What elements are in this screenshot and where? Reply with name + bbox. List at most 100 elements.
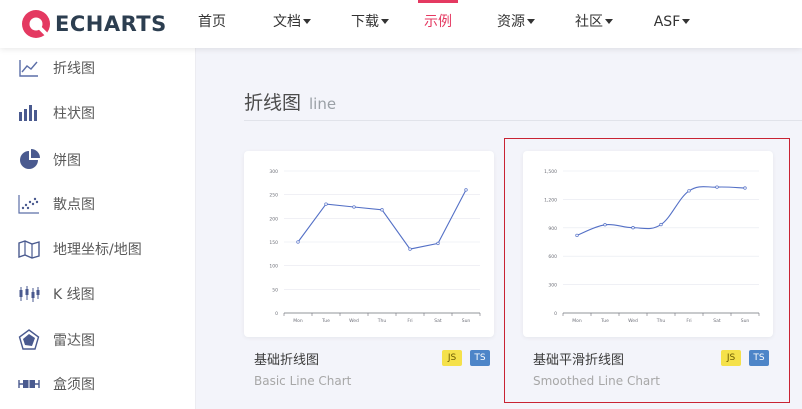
sidebar-item-map[interactable]: 地理坐标/地图 — [0, 229, 195, 269]
x-tick-label: Sat — [434, 318, 442, 324]
sidebar-item-candlestick[interactable]: K 线图 — [0, 274, 195, 314]
data-point — [575, 233, 579, 238]
caret-down-icon — [682, 19, 691, 24]
sidebar-item-label: K 线图 — [53, 287, 95, 303]
section-title: 折线图 line — [244, 88, 336, 115]
echarts-logo[interactable]: ECHARTS — [20, 8, 167, 40]
y-tick-label: 1,200 — [544, 197, 557, 203]
y-tick-label: 1,500 — [544, 169, 557, 175]
card-subtitle: Smoothed Line Chart — [533, 374, 660, 388]
sidebar-item-label: 盒须图 — [53, 377, 95, 393]
sidebar-item-label: 地理坐标/地图 — [53, 242, 142, 258]
main-content: 折线图 line 0 50 100 150 200 250 300 Mon Tue Wed Thu Fr… — [196, 48, 802, 409]
y-tick-label: 50 — [272, 287, 278, 293]
data-point — [631, 226, 635, 230]
data-point — [687, 189, 691, 193]
y-tick-label: 900 — [548, 226, 557, 232]
logo-text: ECHARTS — [55, 12, 167, 36]
sidebar-item-pie[interactable]: 饼图 — [0, 140, 195, 180]
section-divider — [244, 120, 802, 121]
data-point — [380, 208, 384, 212]
y-tick-label: 300 — [269, 169, 278, 175]
nav-item-4[interactable]: 资源 — [486, 0, 546, 48]
x-tick-label: Thu — [656, 318, 666, 324]
data-point — [352, 205, 356, 209]
nav-item-label: 示例 — [424, 14, 452, 30]
sidebar-item-label: 雷达图 — [53, 333, 95, 349]
y-tick-label: 300 — [548, 283, 557, 289]
caret-down-icon — [605, 19, 613, 24]
echarts-logo-icon — [22, 10, 50, 38]
data-point — [464, 188, 468, 192]
nav-item-0[interactable]: 首页 — [186, 0, 238, 48]
section-title-zh: 折线图 — [244, 92, 302, 114]
sidebar-item-radar[interactable]: 雷达图 — [0, 320, 195, 360]
sidebar: 折线图 柱状图 饼图 散点图 地理坐标/地图 K 线图 雷达图 盒须图 — [0, 48, 196, 409]
sidebar-item-label: 散点图 — [53, 197, 95, 213]
sidebar-item-label: 折线图 — [53, 61, 95, 77]
nav-item-label: 资源 — [497, 14, 525, 30]
card-subtitle: Basic Line Chart — [254, 374, 352, 388]
data-point — [715, 185, 719, 189]
x-tick-label: Sat — [713, 318, 721, 324]
caret-down-icon — [527, 19, 535, 24]
data-point — [743, 186, 747, 190]
nav-item-label: 首页 — [198, 14, 226, 30]
scatter-chart-icon — [18, 195, 39, 214]
data-point — [436, 241, 440, 246]
data-point — [408, 247, 412, 251]
x-tick-label: Fri — [686, 318, 691, 324]
caret-down-icon — [303, 19, 311, 24]
caret-down-icon — [381, 19, 389, 24]
nav-item-label: 文档 — [273, 14, 301, 30]
nav-item-6[interactable]: ASF — [642, 0, 702, 48]
data-point — [296, 240, 300, 244]
y-tick-label: 0 — [554, 311, 557, 317]
nav-item-5[interactable]: 社区 — [564, 0, 624, 48]
candlestick-icon — [19, 286, 40, 302]
basic-line-chart: 0 50 100 150 200 250 300 Mon Tue Wed Thu Fri Sat Sun — [269, 169, 481, 324]
y-tick-label: 250 — [269, 193, 278, 199]
sidebar-item-label: 饼图 — [53, 153, 81, 169]
nav-item-label: 社区 — [575, 14, 603, 30]
js-badge[interactable]: JS — [721, 350, 741, 366]
sidebar-item-bar[interactable]: 柱状图 — [0, 93, 195, 133]
x-tick-label: Fri — [407, 318, 412, 324]
sidebar-item-line[interactable]: 折线图 — [0, 48, 195, 88]
card-title[interactable]: 基础折线图 — [254, 349, 319, 368]
data-point — [324, 202, 328, 206]
x-tick-label: Tue — [600, 318, 609, 324]
boxplot-icon — [18, 380, 40, 388]
y-tick-label: 0 — [275, 311, 278, 317]
x-tick-label: Tue — [321, 318, 330, 324]
section-title-en: line — [309, 95, 337, 113]
js-badge[interactable]: JS — [442, 350, 462, 366]
smoothed-line-chart: 0 300 600 900 1,200 1,500 Mon Tue Wed Thu Fri Sat Su… — [544, 169, 760, 324]
x-tick-label: Mon — [293, 318, 303, 324]
nav-item-1[interactable]: 文档 — [262, 0, 322, 48]
x-tick-label: Mon — [572, 318, 582, 324]
sidebar-item-boxplot[interactable]: 盒须图 — [0, 364, 195, 404]
ts-badge[interactable]: TS — [470, 350, 490, 366]
bar-chart-icon — [19, 105, 37, 121]
x-tick-label: Wed — [349, 318, 359, 324]
nav-item-3[interactable]: 示例 — [418, 0, 458, 48]
nav-item-label: ASF — [653, 14, 681, 30]
pie-chart-icon — [20, 149, 40, 169]
chart-thumbnail[interactable]: 0 300 600 900 1,200 1,500 Mon Tue Wed Thu Fri Sat Su… — [523, 151, 773, 337]
sidebar-item-label: 柱状图 — [53, 106, 95, 122]
nav-item-2[interactable]: 下载 — [340, 0, 400, 48]
data-point — [603, 223, 607, 227]
y-tick-label: 200 — [269, 216, 278, 222]
ts-badge[interactable]: TS — [749, 350, 769, 366]
card-title[interactable]: 基础平滑折线图 — [533, 349, 624, 368]
line-chart-icon — [19, 60, 38, 77]
y-tick-label: 150 — [269, 240, 278, 246]
series-line — [297, 189, 467, 250]
radar-chart-icon — [18, 329, 40, 350]
chart-thumbnail[interactable]: 0 50 100 150 200 250 300 Mon Tue Wed Thu Fri Sat Sun — [244, 151, 494, 337]
y-tick-label: 600 — [548, 254, 557, 260]
x-tick-label: Thu — [377, 318, 387, 324]
sidebar-item-scatter[interactable]: 散点图 — [0, 184, 195, 224]
x-tick-label: Sun — [462, 318, 471, 324]
